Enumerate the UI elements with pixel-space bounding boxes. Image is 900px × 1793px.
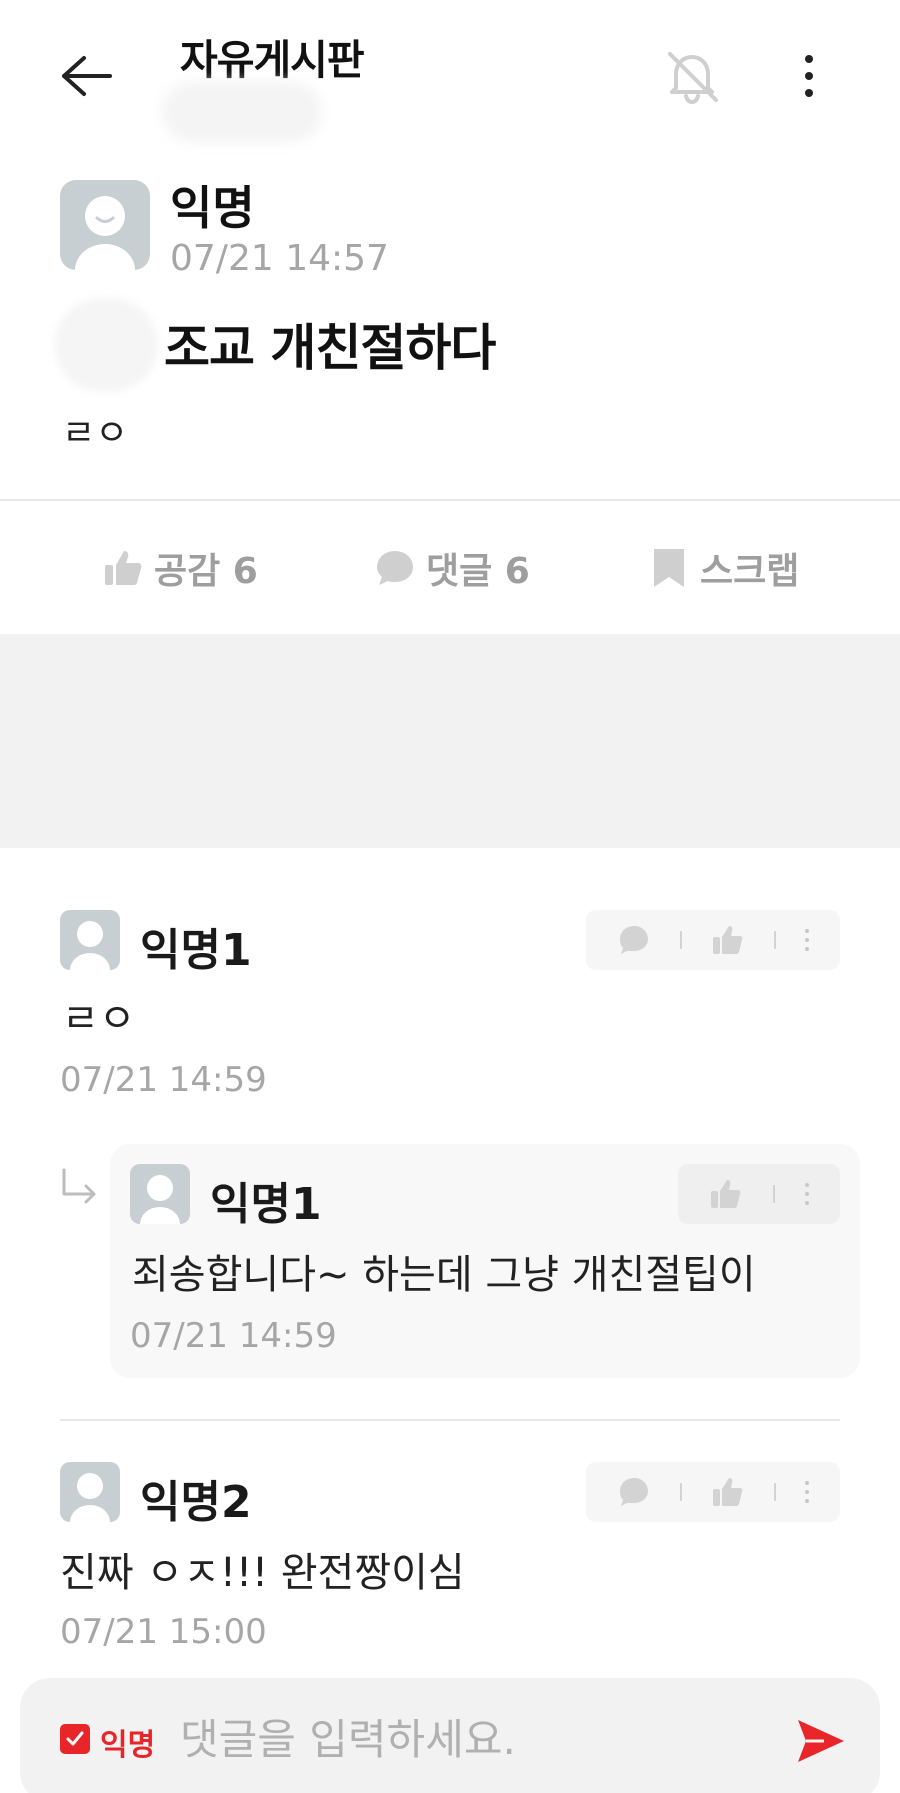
thumbs-up-icon[interactable]: [711, 1475, 745, 1509]
checkmark-icon: [66, 1731, 84, 1746]
more-options-button[interactable]: [786, 48, 832, 104]
comment-author: 익명2: [140, 1477, 252, 1528]
comment-body: 진짜 ㅇㅈ!!! 완전짱이심: [60, 1550, 465, 1596]
person-icon: [70, 921, 110, 970]
dot: [805, 89, 813, 97]
divider: [60, 1419, 840, 1421]
divider: [0, 499, 900, 501]
board-title: 자유게시판: [180, 36, 365, 84]
reply-icon[interactable]: [617, 1475, 651, 1509]
bookmark-icon: [654, 549, 684, 587]
post-timestamp: 07/21 14:57: [170, 238, 389, 279]
comment-action-bar: [586, 910, 840, 970]
reply-arrow-icon: [62, 1168, 96, 1204]
reply-action-bar: [678, 1164, 840, 1224]
back-button[interactable]: [58, 48, 122, 104]
separator: [774, 931, 777, 949]
app-header: 자유게시판: [0, 0, 900, 150]
post-author-avatar: [60, 180, 150, 270]
notification-toggle-button[interactable]: [660, 44, 724, 108]
post-body: ㄹㅇ: [62, 413, 129, 454]
post-title: 조교 개친절하다: [164, 319, 496, 377]
thumbs-up-icon[interactable]: [711, 923, 745, 957]
scrap-button[interactable]: 스크랩: [648, 530, 799, 606]
reply-avatar: [130, 1164, 190, 1224]
comment-avatar: [60, 1462, 120, 1522]
send-icon: [798, 1720, 844, 1762]
comment-input[interactable]: [180, 1702, 780, 1776]
person-icon: [70, 1473, 110, 1522]
comment-more-icon[interactable]: [805, 1481, 810, 1503]
post-author-name: 익명: [170, 181, 255, 235]
comment-timestamp: 07/21 14:59: [60, 1060, 267, 1100]
separator: [773, 1185, 775, 1203]
thumbs-up-icon: [105, 551, 142, 585]
like-label: 공감 6: [154, 551, 258, 592]
comment-body: ㄹㅇ: [62, 996, 136, 1042]
comment-avatar: [60, 910, 120, 970]
speech-bubble-icon: [377, 551, 413, 585]
scrap-label: 스크랩: [700, 551, 800, 592]
send-button[interactable]: [794, 1714, 848, 1768]
reply-more-icon[interactable]: [805, 1183, 809, 1205]
thumbs-up-icon[interactable]: [709, 1177, 743, 1211]
comment-more-icon[interactable]: [805, 929, 810, 951]
comment-author: 익명1: [140, 925, 252, 976]
dot: [805, 72, 813, 80]
anonymous-label[interactable]: 익명: [100, 1720, 155, 1764]
separator: [774, 1483, 777, 1501]
reply-body: 죄송합니다~ 하는데 그냥 개친절팁이: [132, 1252, 756, 1298]
reply-timestamp: 07/21 14:59: [130, 1316, 337, 1356]
blurred-emoji: [54, 298, 158, 392]
separator: [679, 931, 682, 949]
like-button[interactable]: 공감 6: [102, 530, 258, 606]
dot: [805, 55, 813, 63]
person-icon: [140, 1175, 180, 1224]
arrow-left-icon: [62, 56, 112, 96]
comment-count-label: 댓글 6: [426, 551, 530, 592]
bell-off-icon: [668, 52, 718, 105]
person-icon: [75, 196, 135, 270]
reply-icon[interactable]: [617, 923, 651, 957]
blurred-subtitle: [162, 82, 322, 142]
anonymous-checkbox[interactable]: [60, 1724, 90, 1754]
post-actions: 공감 6 댓글 6 스크랩: [0, 530, 900, 606]
comment-action-bar: [586, 1462, 840, 1522]
ad-banner-area: [0, 634, 900, 848]
separator: [679, 1483, 682, 1501]
reply-author: 익명1: [210, 1179, 322, 1230]
comment-count-button[interactable]: 댓글 6: [374, 530, 530, 606]
comment-timestamp: 07/21 15:00: [60, 1612, 267, 1652]
comment-input-bar: 익명: [20, 1678, 880, 1793]
